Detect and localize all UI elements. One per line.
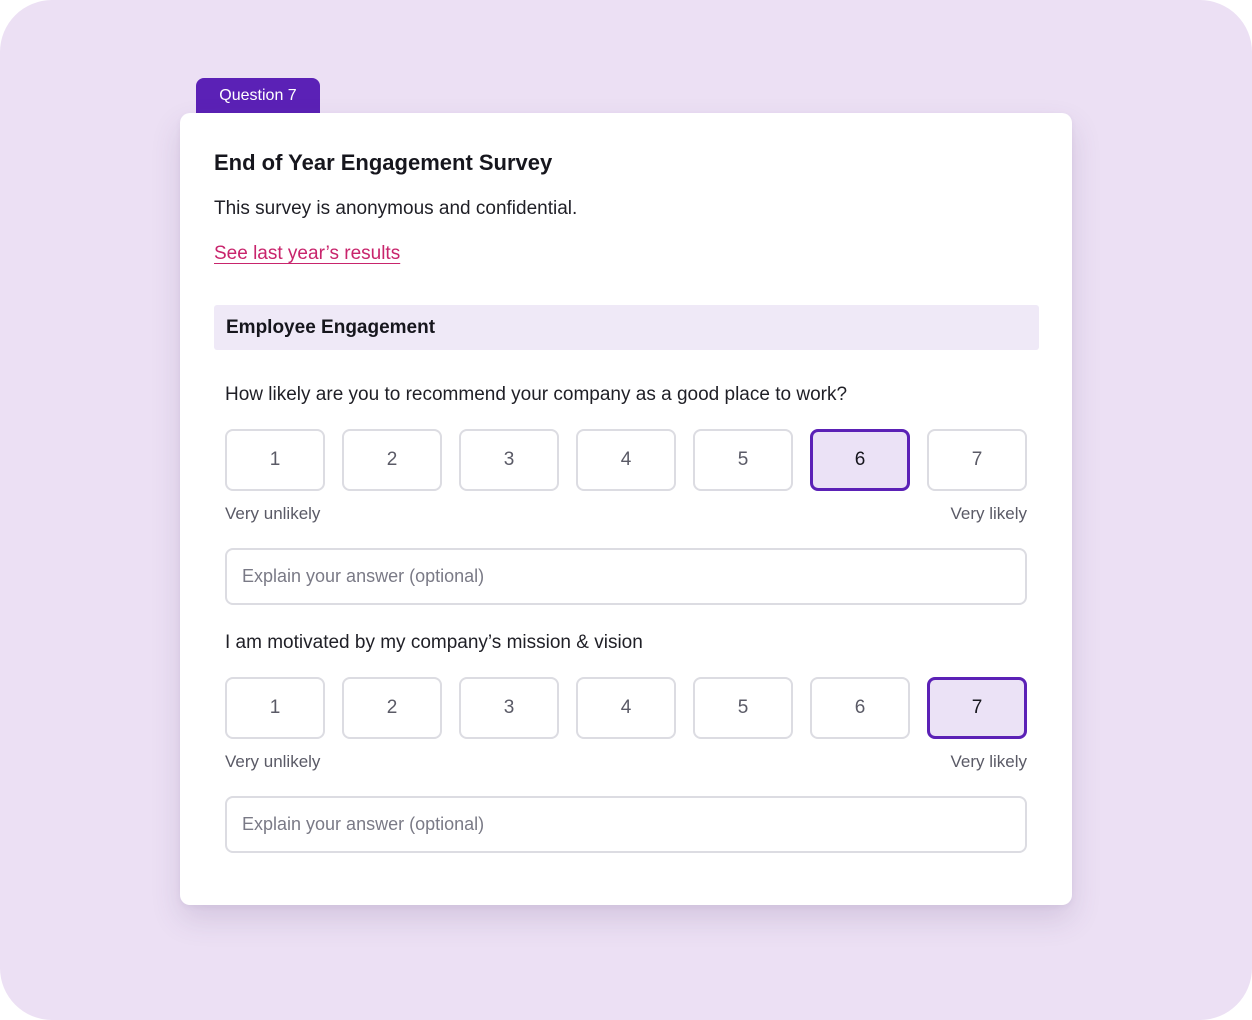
rating-option-6[interactable]: 6 — [810, 677, 910, 739]
section-header: Employee Engagement — [214, 305, 1039, 350]
scale-low-label: Very unlikely — [225, 752, 321, 771]
rating-option-4[interactable]: 4 — [576, 429, 676, 491]
rating-option-4[interactable]: 4 — [576, 677, 676, 739]
last-year-results-link[interactable]: See last year’s results — [214, 242, 400, 266]
rating-scale: 1 2 3 4 5 6 7 — [225, 677, 1027, 739]
rating-option-7[interactable]: 7 — [927, 677, 1027, 739]
rating-option-3[interactable]: 3 — [459, 429, 559, 491]
rating-option-5[interactable]: 5 — [693, 429, 793, 491]
question-text: I am motivated by my company’s mission &… — [225, 632, 643, 653]
explain-answer-input[interactable] — [225, 548, 1027, 605]
scale-low-label: Very unlikely — [225, 504, 321, 523]
survey-card: End of Year Engagement Survey This surve… — [180, 113, 1072, 905]
rating-option-5[interactable]: 5 — [693, 677, 793, 739]
survey-description: This survey is anonymous and confidentia… — [214, 198, 578, 219]
scale-high-label: Very likely — [950, 504, 1027, 523]
rating-option-3[interactable]: 3 — [459, 677, 559, 739]
page-background: Question 7 End of Year Engagement Survey… — [0, 0, 1252, 1020]
question-text: How likely are you to recommend your com… — [225, 384, 848, 405]
section-title: Employee Engagement — [226, 317, 436, 338]
scale-high-label: Very likely — [950, 752, 1027, 771]
rating-option-2[interactable]: 2 — [342, 677, 442, 739]
survey-title: End of Year Engagement Survey — [214, 150, 553, 175]
rating-scale: 1 2 3 4 5 6 7 — [225, 429, 1027, 491]
rating-option-1[interactable]: 1 — [225, 429, 325, 491]
rating-option-2[interactable]: 2 — [342, 429, 442, 491]
rating-option-6[interactable]: 6 — [810, 429, 910, 491]
explain-answer-input[interactable] — [225, 796, 1027, 853]
rating-option-1[interactable]: 1 — [225, 677, 325, 739]
rating-option-7[interactable]: 7 — [927, 429, 1027, 491]
question-number-tab: Question 7 — [196, 78, 320, 114]
